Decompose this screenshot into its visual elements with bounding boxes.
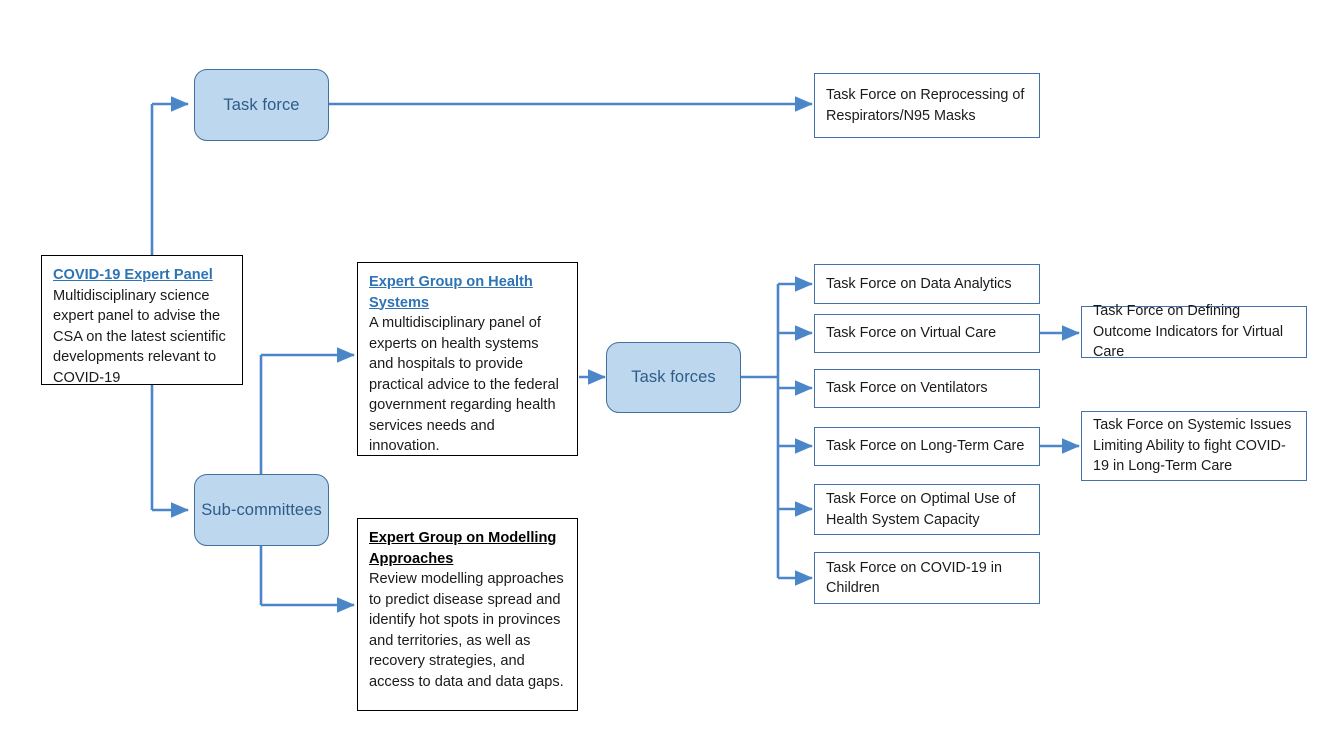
node-task-force-reprocessing[interactable]: Task Force on Reprocessing of Respirator… — [814, 73, 1040, 138]
node-task-forces-group-label: Task forces — [631, 368, 716, 387]
node-expert-group-health-systems-title: Expert Group on Health Systems — [369, 274, 533, 311]
node-covid-19-expert-panel-body: Multidisciplinary science expert panel t… — [53, 287, 226, 386]
node-task-forces-group[interactable]: Task forces — [606, 342, 741, 413]
node-task-force-long-term-care-label: Task Force on Long-Term Care — [826, 438, 1025, 455]
diagram-canvas: Task force Sub-committees Task forces CO… — [0, 0, 1333, 750]
node-sub-committees-label: Sub-committees — [201, 500, 322, 519]
node-expert-group-modelling-approaches-body: Review modelling approaches to predict d… — [369, 571, 564, 690]
node-task-force-data-analytics-label: Task Force on Data Analytics — [826, 275, 1012, 292]
node-covid-19-expert-panel[interactable]: COVID-19 Expert Panel Multidisciplinary … — [41, 255, 243, 386]
node-task-force-ventilators-label: Task Force on Ventilators — [826, 380, 988, 397]
node-task-force-virtual-care[interactable]: Task Force on Virtual Care — [814, 314, 1040, 353]
node-task-force-virtual-care-label: Task Force on Virtual Care — [826, 325, 997, 342]
node-task-force-reprocessing-label: Task Force on Reprocessing of Respirator… — [826, 87, 1025, 124]
node-task-force-systemic-issues[interactable]: Task Force on Systemic Issues Limiting A… — [1081, 411, 1307, 481]
node-task-force-group-label: Task force — [223, 95, 300, 114]
node-task-force-data-analytics[interactable]: Task Force on Data Analytics — [814, 264, 1040, 304]
node-task-force-ventilators[interactable]: Task Force on Ventilators — [814, 369, 1040, 408]
node-task-force-covid-19-children-label: Task Force on COVID-19 in Children — [826, 559, 1002, 596]
node-task-force-optimal-use-label: Task Force on Optimal Use of Health Syst… — [826, 491, 1016, 528]
node-sub-committees[interactable]: Sub-committees — [194, 474, 329, 546]
node-task-force-long-term-care[interactable]: Task Force on Long-Term Care — [814, 427, 1040, 466]
node-expert-group-modelling-approaches-title: Expert Group on Modelling Approaches — [369, 530, 557, 567]
node-expert-group-modelling-approaches[interactable]: Expert Group on Modelling Approaches Rev… — [357, 518, 578, 711]
node-task-force-group[interactable]: Task force — [194, 69, 329, 141]
node-task-force-covid-19-children[interactable]: Task Force on COVID-19 in Children — [814, 552, 1040, 604]
node-task-force-outcome-indicators[interactable]: Task Force on Defining Outcome Indicator… — [1081, 303, 1307, 360]
node-task-force-outcome-indicators-label: Task Force on Defining Outcome Indicator… — [1093, 303, 1284, 361]
node-task-force-optimal-use[interactable]: Task Force on Optimal Use of Health Syst… — [814, 484, 1040, 535]
node-expert-group-health-systems-body: A multidisciplinary panel of experts on … — [369, 315, 559, 454]
node-expert-group-health-systems[interactable]: Expert Group on Health Systems A multidi… — [357, 262, 578, 456]
node-covid-19-expert-panel-title: COVID-19 Expert Panel — [53, 267, 213, 283]
node-task-force-systemic-issues-label: Task Force on Systemic Issues Limiting A… — [1093, 417, 1292, 475]
